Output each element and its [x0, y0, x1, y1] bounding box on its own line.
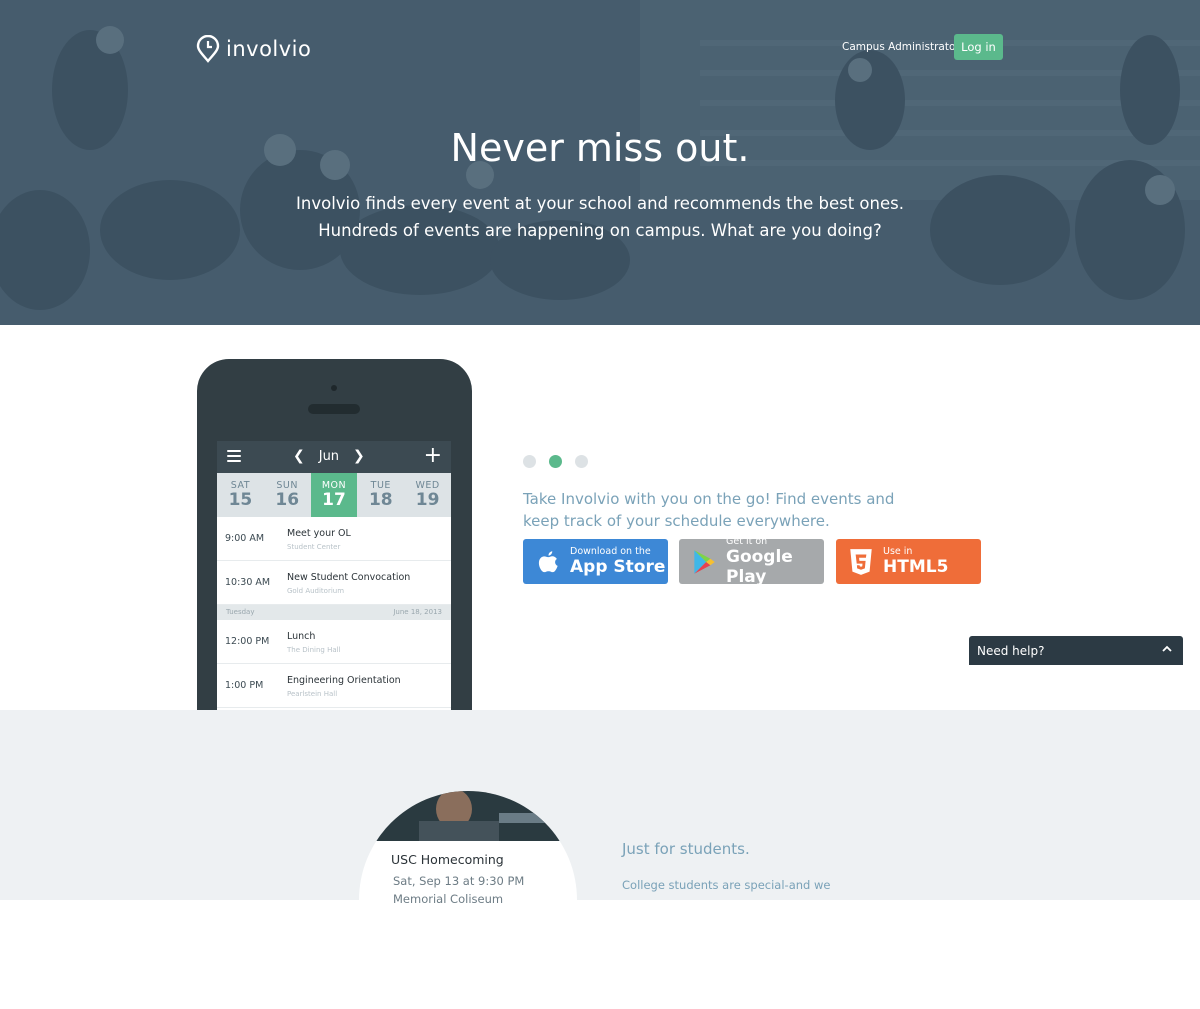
day-tab: WED 19	[404, 473, 451, 517]
carousel-dots	[523, 455, 588, 468]
app-header: ❮ Jun ❯ +	[217, 441, 451, 473]
app-store-button[interactable]: Download on the App Store	[523, 539, 668, 584]
month-navigation: ❮ Jun ❯	[293, 448, 365, 464]
google-play-big-text: Google Play	[726, 547, 793, 587]
event-time: 12:00 PM	[225, 636, 270, 647]
html5-icon	[850, 548, 872, 575]
hero-subtitle-line-2: Hundreds of events are happening on camp…	[318, 221, 882, 240]
separator-date: June 18, 2013	[393, 608, 442, 616]
html5-label: Use in HTML5	[883, 546, 948, 577]
hero-subtitle: Involvio finds every event at your schoo…	[0, 190, 1200, 244]
event-location: Student Center	[287, 543, 341, 551]
campus-administrator-link[interactable]: Campus Administrator?	[842, 41, 965, 53]
separator-day: Tuesday	[226, 608, 255, 616]
event-row: 9:00 AM Meet your OL Student Center	[217, 517, 451, 561]
day-date: 19	[415, 490, 440, 510]
day-date: 18	[368, 490, 393, 510]
login-button[interactable]: Log in	[954, 34, 1003, 60]
app-store-big-text: App Store	[570, 557, 666, 577]
hero-banner: involvio Campus Administrator? Log in Ne…	[0, 0, 1200, 325]
help-widget[interactable]: Need help?	[969, 636, 1183, 665]
carousel-dot-active[interactable]	[549, 455, 562, 468]
event-title: Lunch	[287, 631, 316, 642]
apple-icon	[538, 550, 558, 572]
event-time: 10:30 AM	[225, 577, 271, 588]
feature-body: College students are special-and we	[622, 878, 831, 892]
help-label: Need help?	[977, 643, 1045, 658]
google-play-small-text: Get it on	[726, 536, 768, 547]
day-date: 17	[322, 490, 346, 510]
phone-screen: ❮ Jun ❯ + SAT 15 SUN 16 MON 17 TUE 18 WED 19 …	[217, 441, 451, 721]
app-promo-text: Take Involvio with you on the go! Find e…	[523, 490, 895, 530]
chevron-left-icon: ❮	[293, 448, 305, 464]
phone-camera	[331, 385, 337, 391]
carousel-dot[interactable]	[523, 455, 536, 468]
event-photo	[359, 791, 577, 841]
month-label: Jun	[318, 448, 340, 464]
event-card-title: USC Homecoming	[391, 852, 504, 867]
event-time: 1:00 PM	[225, 680, 264, 691]
html5-small-text: Use in	[883, 546, 913, 557]
event-row: 10:30 AM New Student Convocation Gold Au…	[217, 561, 451, 605]
day-separator: Tuesday June 18, 2013	[217, 605, 451, 620]
event-row: 12:00 PM Lunch The Dining Hall	[217, 620, 451, 664]
event-title: New Student Convocation	[287, 572, 411, 583]
event-location: Pearlstein Hall	[287, 690, 338, 698]
day-tab: SAT 15	[217, 473, 264, 517]
hamburger-menu-icon	[227, 450, 241, 463]
logo[interactable]: involvio	[196, 35, 311, 63]
html5-button[interactable]: Use in HTML5	[836, 539, 981, 584]
feature-heading: Just for students.	[622, 840, 750, 858]
event-card-date: Sat, Sep 13 at 9:30 PM	[393, 874, 525, 888]
event-location: Gold Auditorium	[287, 587, 345, 595]
plus-icon: +	[423, 443, 442, 468]
google-play-label: Get it on Google Play	[726, 536, 824, 587]
event-location: The Dining Hall	[287, 646, 341, 654]
hero-title: Never miss out.	[450, 126, 750, 170]
logo-text: involvio	[226, 37, 312, 61]
event-title: Meet your OL	[287, 528, 351, 539]
carousel-dot[interactable]	[575, 455, 588, 468]
chevron-up-icon[interactable]	[1161, 642, 1173, 656]
event-card-location: Memorial Coliseum	[393, 892, 504, 906]
google-play-button[interactable]: Get it on Google Play	[679, 536, 824, 587]
html5-big-text: HTML5	[883, 557, 949, 577]
day-selector: SAT 15 SUN 16 MON 17 TUE 18 WED 19	[217, 473, 451, 517]
event-row: 1:00 PM Engineering Orientation Pearlste…	[217, 664, 451, 708]
phone-mockup: ❮ Jun ❯ + SAT 15 SUN 16 MON 17 TUE 18 WED 19 …	[197, 359, 472, 721]
app-store-small-text: Download on the	[570, 546, 651, 557]
day-tab: SUN 16	[264, 473, 311, 517]
feature-section	[0, 710, 1200, 900]
day-date: 16	[275, 490, 300, 510]
event-time: 9:00 AM	[225, 533, 265, 544]
location-clock-icon	[196, 35, 220, 63]
google-play-icon	[694, 549, 715, 574]
chevron-right-icon: ❯	[353, 448, 365, 464]
day-tab: TUE 18	[357, 473, 404, 517]
day-tab-active: MON 17	[310, 473, 358, 517]
app-store-label: Download on the App Store	[570, 546, 665, 577]
phone-speaker	[308, 404, 360, 414]
event-title: Engineering Orientation	[287, 675, 401, 686]
hero-subtitle-line-1: Involvio finds every event at your schoo…	[296, 194, 904, 213]
day-date: 15	[228, 490, 253, 510]
